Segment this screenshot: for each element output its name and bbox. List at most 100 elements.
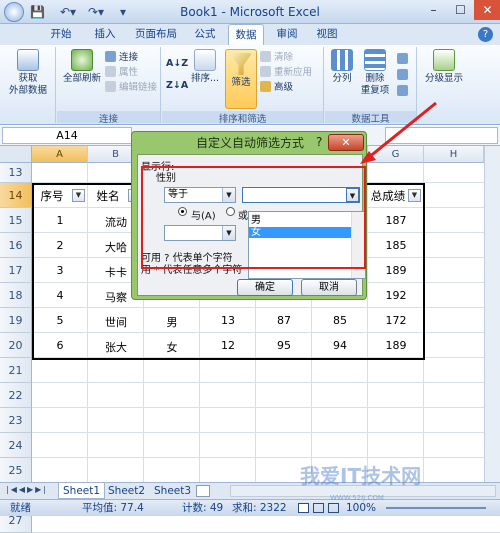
reapply-button[interactable]: 重新应用 [260,66,312,80]
ribbon-tabs: 开始 插入 页面布局 公式 数据 审阅 视图 ? [0,24,500,45]
clear-icon [260,51,271,62]
row-header-25[interactable]: 25 [0,458,32,483]
sheet-tab-sheet3[interactable]: Sheet3 [150,483,195,499]
tab-formulas[interactable]: 公式 [188,24,222,45]
get-external-data-button[interactable]: 获取 外部数据 [4,49,52,97]
page-break-view-icon[interactable] [328,503,339,513]
group-label-connections: 连接 [57,111,160,125]
funnel-icon [230,53,252,75]
row-header-14[interactable]: 14 [0,183,32,208]
row-header-16[interactable]: 16 [0,233,32,258]
row-gridline [32,432,500,433]
status-bar: 就绪 平均值: 77.4 计数: 49 求和: 2322 100% [0,499,500,516]
sort-label: 排序... [190,73,220,84]
group-data-tools: 分列 删除 重复项 数据工具 [325,47,417,125]
filter-button[interactable]: 筛选 [225,49,257,109]
text-to-columns-button[interactable]: 分列 [327,49,357,85]
watermark-subtext: WWW.52IJ.COM [330,494,384,502]
group-sort-filter: A↓Z Z↓A 排序... 筛选 清除 重新应用 高级 排序和筛选 [162,47,324,125]
zoom-level[interactable]: 100% [346,500,376,516]
row-gridline [32,407,500,408]
group-label-sort-filter: 排序和筛选 [162,111,323,125]
dialog-help-icon[interactable]: ? [316,135,322,149]
normal-view-icon[interactable] [298,503,309,513]
split-label: 分列 [332,73,352,84]
row-header-18[interactable]: 18 [0,283,32,308]
row-header-19[interactable]: 19 [0,308,32,333]
consolidate-icon[interactable] [397,69,411,83]
ok-button[interactable]: 确定 [237,279,293,296]
row-header-21[interactable]: 21 [0,358,32,383]
edit-links-button[interactable]: 编辑链接 [105,81,157,95]
what-if-glyph-icon [397,85,408,96]
column-header-g[interactable]: G [368,146,424,163]
edit-links-icon [105,81,116,92]
row-header-17[interactable]: 17 [0,258,32,283]
data-validation-icon[interactable] [397,53,411,67]
vertical-scrollbar[interactable] [484,146,500,482]
row-header-24[interactable]: 24 [0,433,32,458]
clear-label: 清除 [274,52,294,63]
title-bar: 💾 ↶▾ ↷▾ ▾ Book1 - Microsoft Excel – ☐ ✕ [0,0,500,24]
edit-links-label: 编辑链接 [119,82,158,93]
maximize-button[interactable]: ☐ [447,0,474,20]
highlight-box [141,166,366,269]
zoom-slider[interactable] [386,507,486,509]
remove-duplicates-icon [364,49,386,71]
properties-button[interactable]: 属性 [105,66,138,80]
sort-az-button[interactable]: A↓Z [166,57,188,71]
help-icon[interactable]: ? [478,27,493,42]
clear-button[interactable]: 清除 [260,51,293,65]
cancel-button[interactable]: 取消 [301,279,357,296]
column-header-h[interactable]: H [424,146,484,163]
tab-data[interactable]: 数据 [228,24,264,45]
insert-sheet-icon[interactable] [196,485,210,497]
reapply-label: 重新应用 [274,67,313,78]
refresh-all-button[interactable]: 全部刷新 [59,49,105,85]
split-columns-icon [331,49,353,71]
name-box[interactable]: A14 [2,127,132,144]
dialog-close-button[interactable]: ✕ [328,134,364,151]
tab-insert[interactable]: 插入 [88,24,122,45]
column-header-a[interactable]: A [32,146,88,163]
row-header-20[interactable]: 20 [0,333,32,358]
select-all-corner[interactable] [0,146,32,163]
tab-view[interactable]: 视图 [310,24,344,45]
refresh-icon [71,49,93,71]
connections-icon [105,51,116,62]
advanced-button[interactable]: 高级 [260,81,293,95]
connections-button[interactable]: 连接 [105,51,138,65]
sort-icon [194,49,216,71]
status-sum: 求和: 2322 [232,502,287,514]
close-button[interactable]: ✕ [474,0,500,20]
status-count: 计数: 49 [182,502,224,514]
row-gridline [32,382,500,383]
formula-input[interactable] [385,127,498,144]
row-header-13[interactable]: 13 [0,163,32,183]
sort-za-button[interactable]: Z↓A [166,79,188,93]
what-if-icon[interactable] [397,85,411,99]
properties-label: 属性 [119,67,139,78]
sheet-tab-sheet1[interactable]: Sheet1 [58,483,106,499]
sheet-nav-arrows[interactable]: |◀◀▶▶| [6,485,48,494]
outline-button[interactable]: 分级显示 [422,49,466,85]
validation-icon [397,53,408,64]
sheet-tab-sheet2[interactable]: Sheet2 [104,483,149,499]
status-average: 平均值: 77.4 [82,502,144,514]
row-header-15[interactable]: 15 [0,208,32,233]
group-outline: 分级显示 [418,47,500,123]
filter-label: 筛选 [231,77,251,88]
remove-duplicates-button[interactable]: 删除 重复项 [357,49,393,97]
group-connections: 全部刷新 连接 属性 编辑链接 连接 [57,47,161,125]
tab-page-layout[interactable]: 页面布局 [128,24,184,45]
row-header-22[interactable]: 22 [0,383,32,408]
tab-home[interactable]: 开始 [44,24,78,45]
minimize-button[interactable]: – [420,0,447,20]
row-header-23[interactable]: 23 [0,408,32,433]
database-icon [17,49,39,71]
ribbon: 获取 外部数据 全部刷新 连接 属性 编辑链接 连接 A↓Z Z↓A 排序...… [0,45,500,125]
page-layout-view-icon[interactable] [313,503,324,513]
reapply-icon [260,66,271,77]
sort-button[interactable]: 排序... [188,49,222,85]
tab-review[interactable]: 审阅 [270,24,304,45]
